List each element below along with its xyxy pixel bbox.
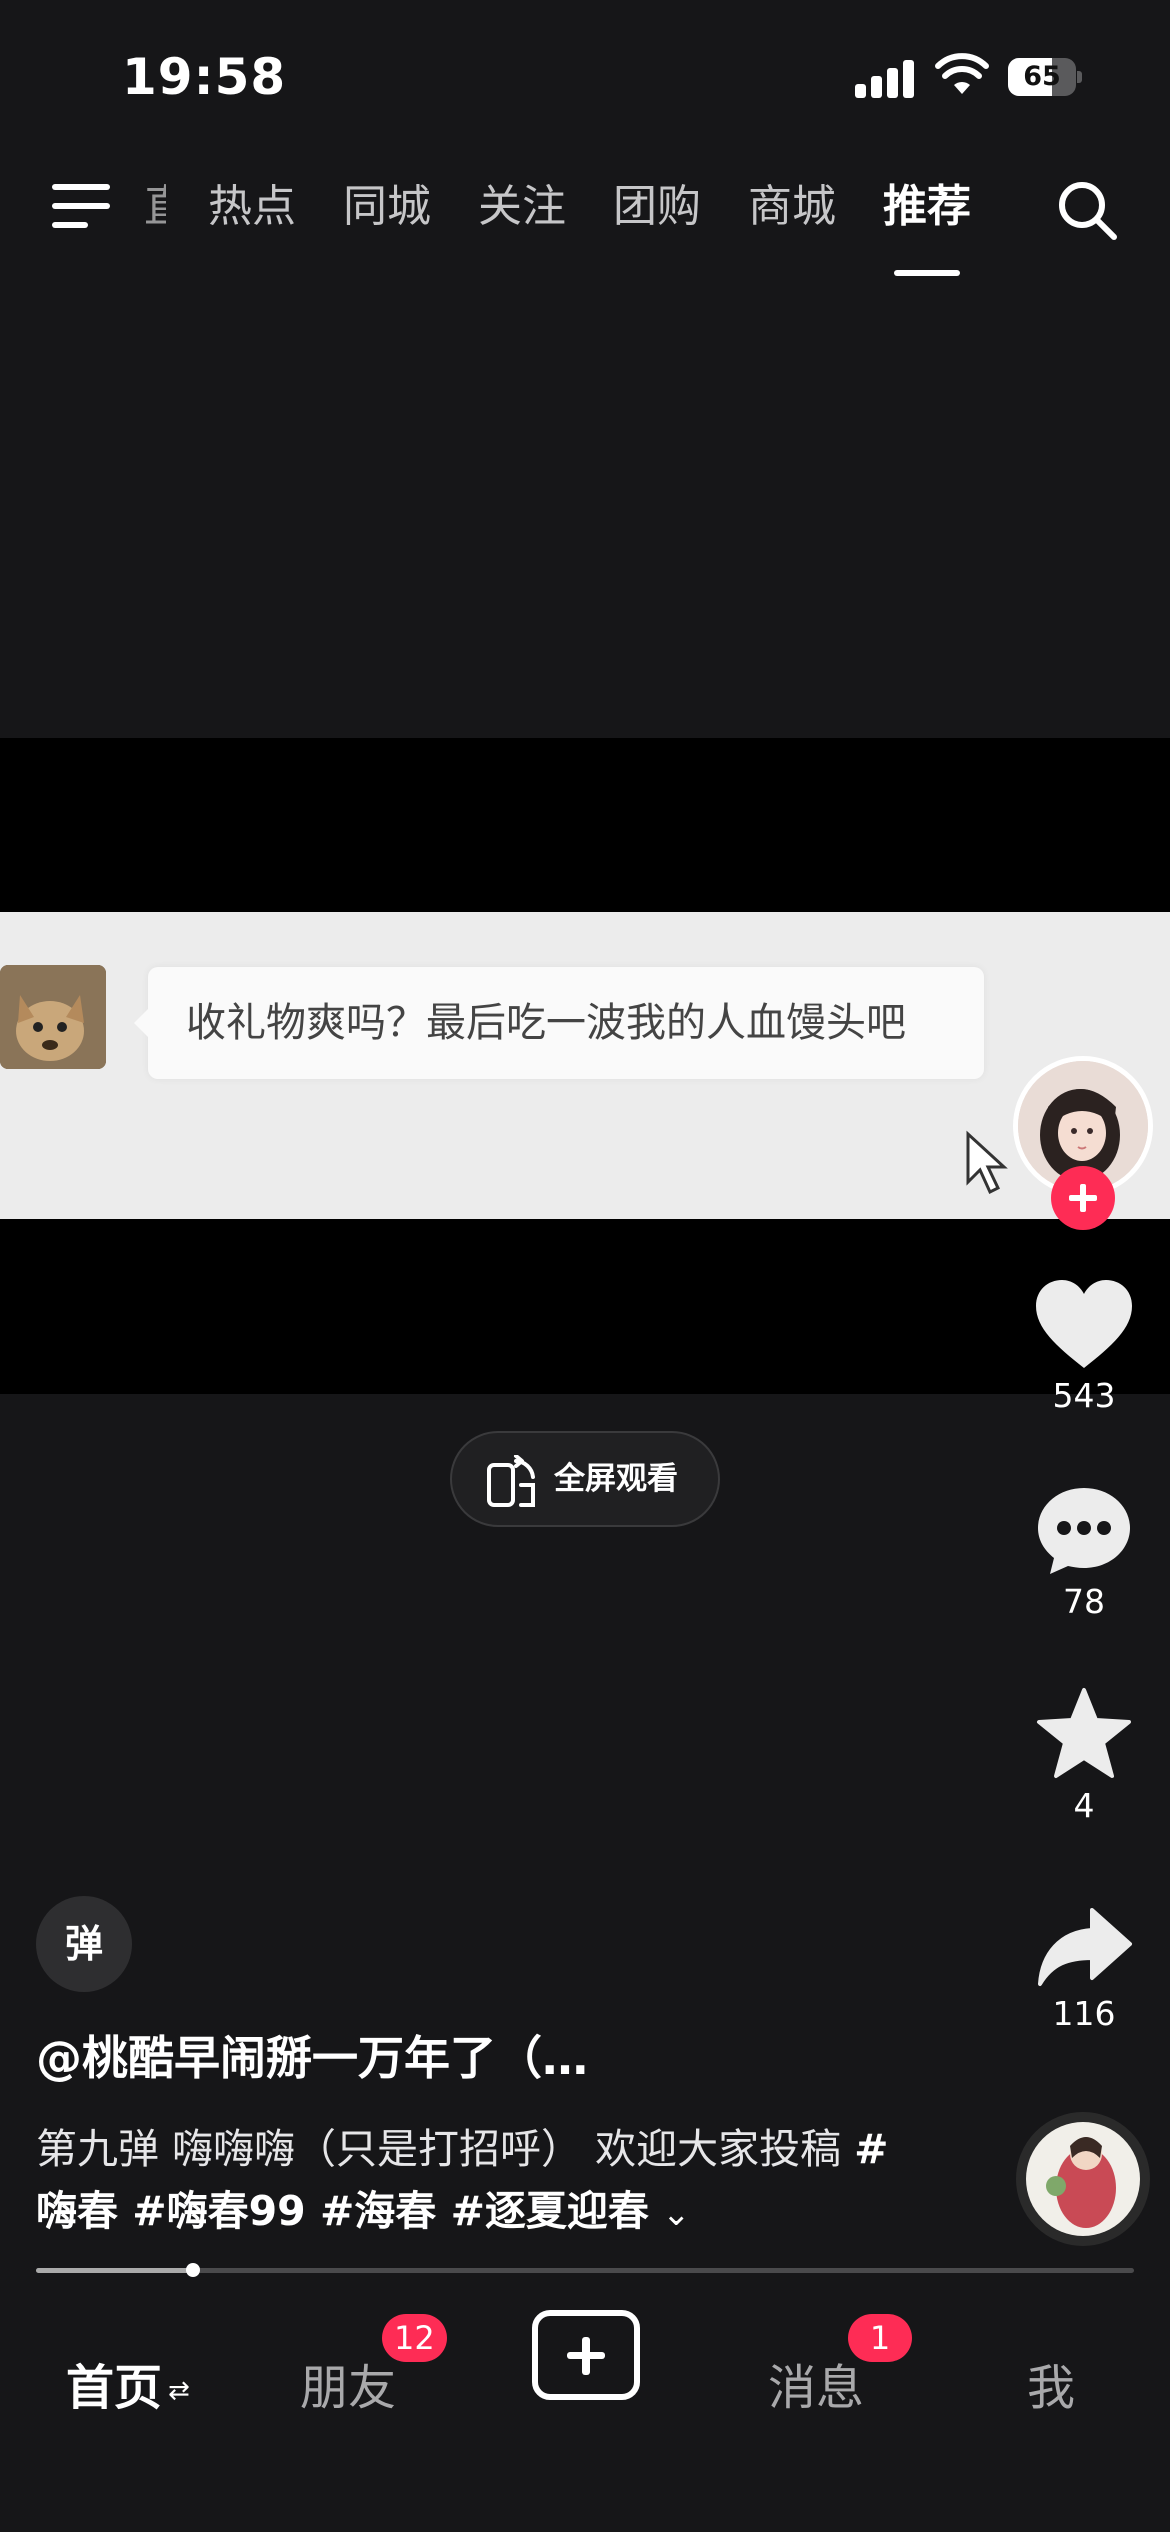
friends-badge: 12: [382, 2314, 447, 2362]
like-button[interactable]: 543: [1010, 1276, 1158, 1415]
status-time: 19:58: [122, 48, 287, 106]
favorite-button[interactable]: 4: [1010, 1686, 1158, 1825]
share-arrow-icon: [1038, 1908, 1132, 1986]
wifi-icon: [935, 53, 989, 94]
author-name[interactable]: @桃酷早闹掰一万年了（…: [36, 2022, 588, 2088]
tab-hot[interactable]: 热点: [208, 174, 296, 240]
video-frame[interactable]: 收礼物爽吗？最后吃一波我的人血馒头吧: [0, 912, 1170, 1219]
video-progress-bar[interactable]: [36, 2263, 1134, 2277]
fullscreen-label: 全屏观看: [554, 1461, 678, 1497]
battery-icon: 65: [1008, 58, 1082, 96]
danmaku-toggle-button[interactable]: 弹: [36, 1896, 132, 1992]
nav-me-label: 我: [1027, 2360, 1076, 2416]
menu-icon[interactable]: [52, 182, 114, 232]
nav-home-label: 首页: [66, 2360, 163, 2416]
chat-message: 收礼物爽吗？最后吃一波我的人血馒头吧: [186, 1000, 906, 1046]
favorite-count: 4: [1073, 1786, 1095, 1825]
nav-home[interactable]: 首页 ⇄: [66, 2318, 190, 2461]
cellular-signal-icon: [855, 58, 915, 98]
rotate-screen-icon: [487, 1455, 535, 1507]
fullscreen-button[interactable]: 全屏观看: [450, 1431, 720, 1527]
messages-badge: 1: [848, 2314, 912, 2362]
comment-button[interactable]: 78: [1010, 1482, 1158, 1621]
tab-recommend[interactable]: 推荐: [883, 174, 971, 276]
feed-tabs: 热点 同城 关注 团购 商城 推荐: [208, 174, 1018, 276]
video-letterbox-top: [0, 738, 1170, 912]
post-description[interactable]: 第九弹 嗨嗨嗨（只是打招呼） 欢迎大家投稿 #嗨春 #嗨春99 #海春 #逐夏迎…: [36, 2118, 916, 2245]
tab-offscreen[interactable]: 直: [144, 182, 166, 232]
chat-avatar: [0, 965, 106, 1069]
comment-icon: [1038, 1488, 1130, 1574]
like-count: 543: [1052, 1376, 1116, 1415]
swap-icon: ⇄: [168, 2376, 190, 2406]
follow-button[interactable]: [1051, 1166, 1115, 1230]
nav-messages-label: 消息: [768, 2360, 865, 2416]
description-text: 第九弹 嗨嗨嗨（只是打招呼） 欢迎大家投稿: [36, 2125, 842, 2173]
progress-knob[interactable]: [186, 2263, 200, 2277]
tab-group-buy[interactable]: 团购: [613, 174, 701, 240]
battery-level: 65: [1023, 61, 1061, 92]
tab-mall[interactable]: 商城: [748, 174, 836, 240]
create-post-button[interactable]: [532, 2310, 640, 2400]
nav-me[interactable]: 我: [1027, 2318, 1075, 2458]
expand-chevron-icon[interactable]: ⌄: [662, 2194, 691, 2234]
comment-count: 78: [1063, 1582, 1105, 1621]
chat-bubble: 收礼物爽吗？最后吃一波我的人血馒头吧: [134, 967, 984, 1079]
heart-icon: [1036, 1280, 1132, 1368]
share-count: 116: [1052, 1994, 1116, 2033]
tab-following[interactable]: 关注: [478, 174, 566, 240]
top-nav: 直 热点 同城 关注 团购 商城 推荐: [0, 160, 1170, 280]
status-bar: 19:58 65: [0, 0, 1170, 150]
video-letterbox-bottom: [0, 1219, 1170, 1394]
star-icon: [1037, 1688, 1131, 1778]
tab-local[interactable]: 同城: [343, 174, 431, 240]
music-disc[interactable]: [1016, 2112, 1150, 2246]
share-button[interactable]: 116: [1010, 1906, 1158, 2033]
nav-friends-label: 朋友: [300, 2360, 397, 2416]
search-icon[interactable]: [1055, 178, 1119, 242]
